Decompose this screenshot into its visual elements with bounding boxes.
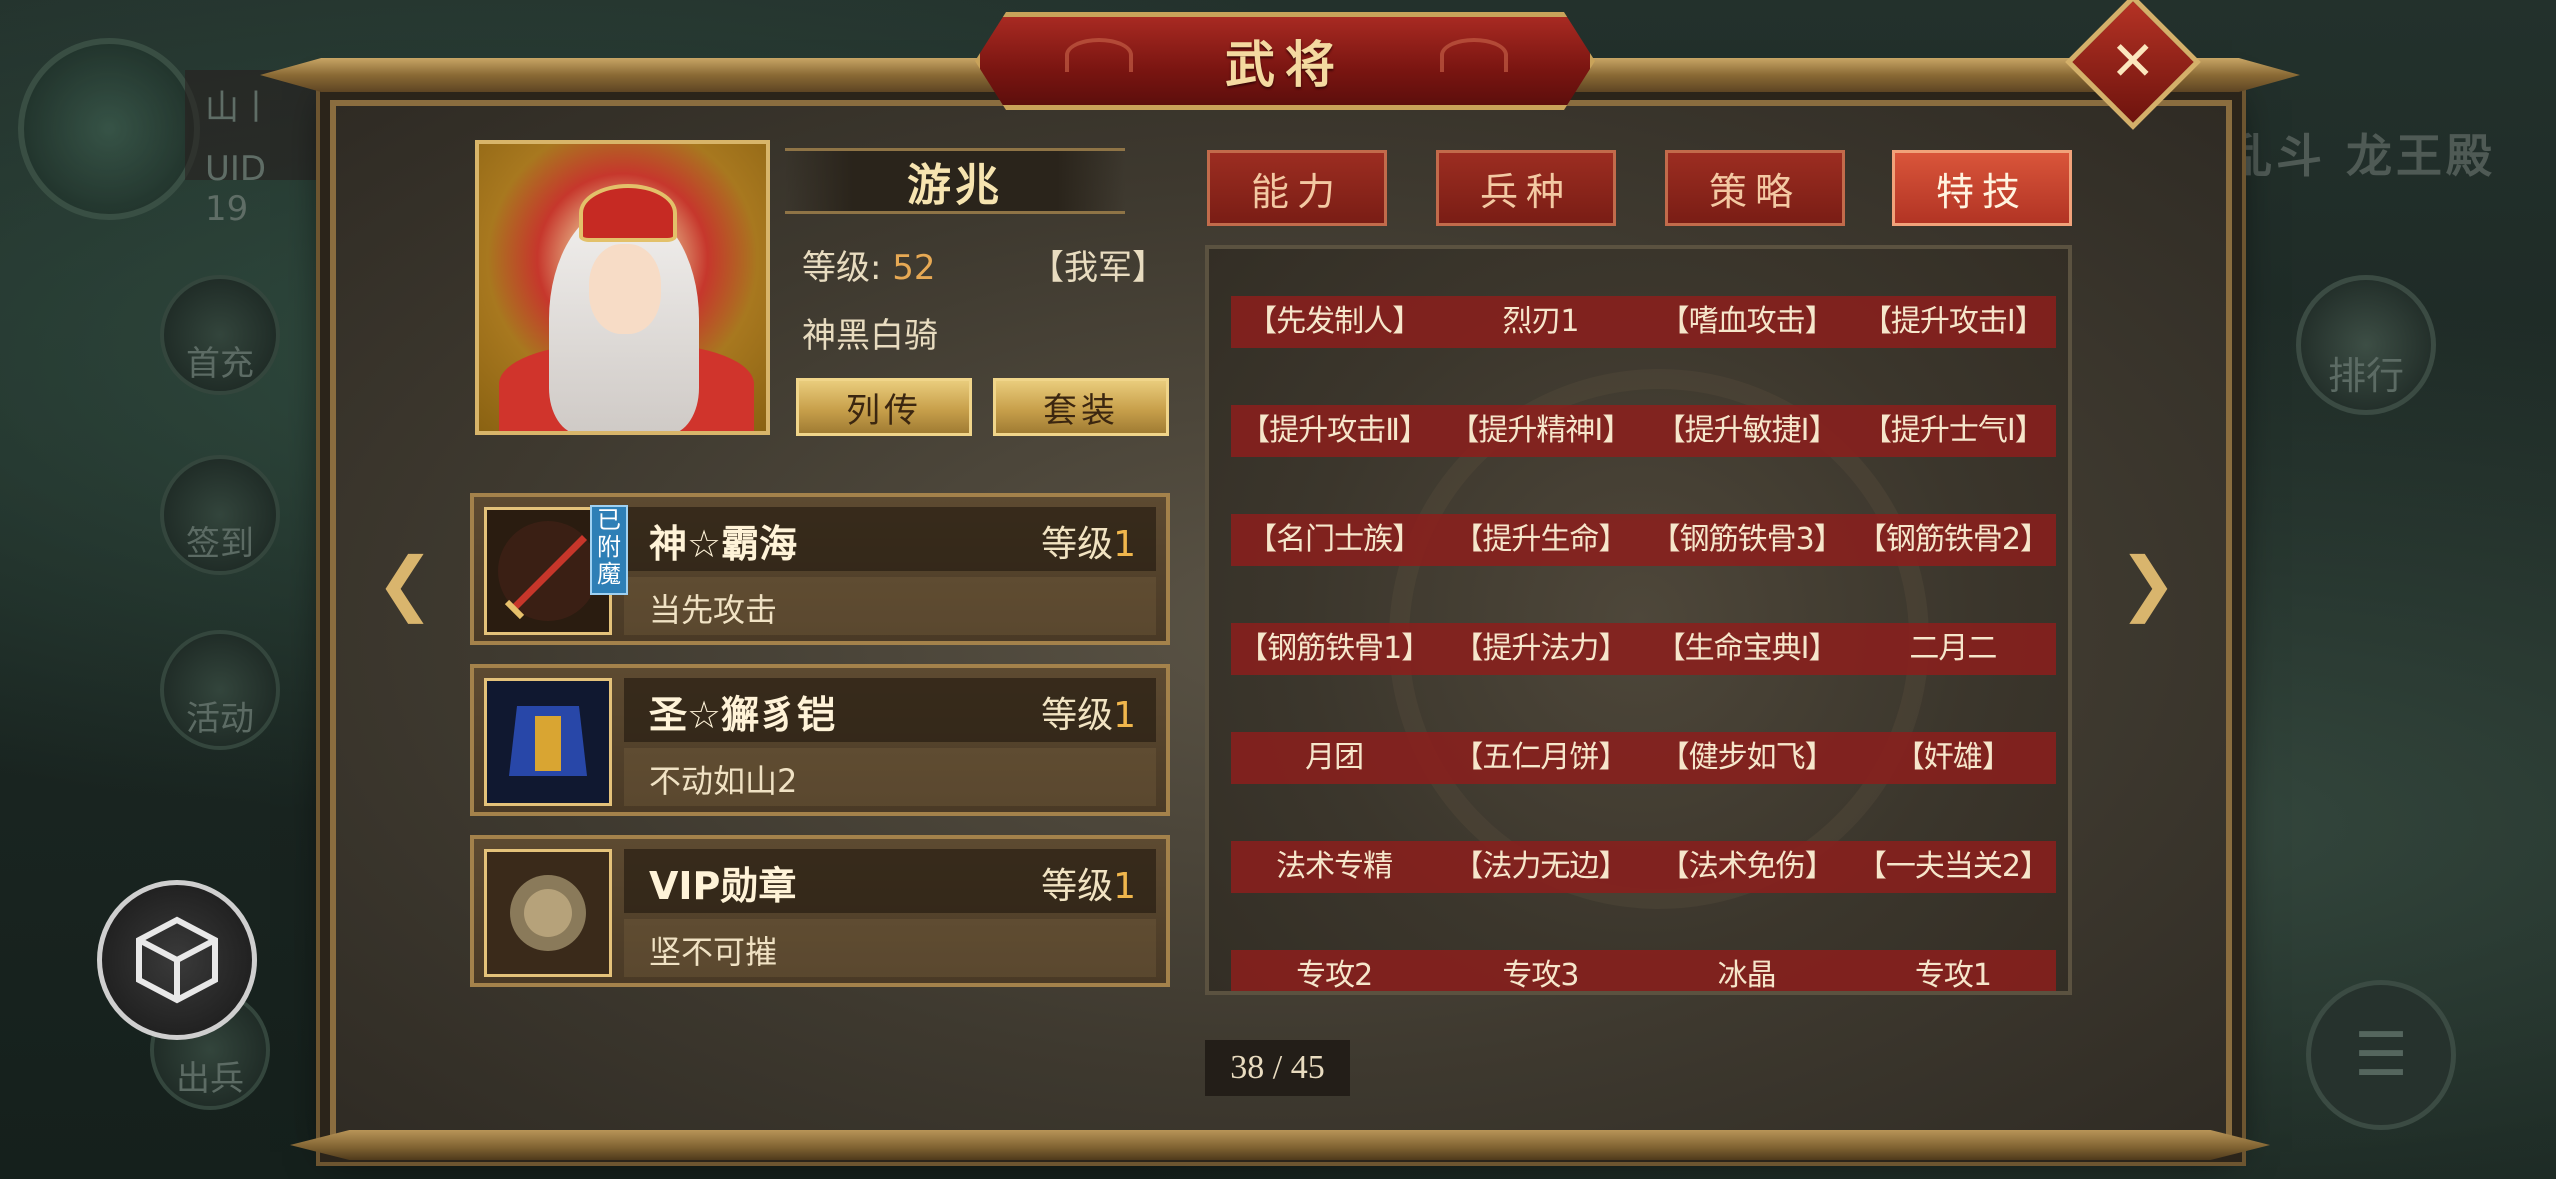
equip-level: 等级1 [1041,857,1136,909]
cube-menu-icon[interactable] [97,880,257,1040]
special-skills-panel: 【先发制人】 烈刃1 【嗜血攻击】 【提升攻击Ⅰ】 【提升攻击Ⅱ】 【提升精神Ⅰ… [1205,245,2072,995]
equip-name: 圣☆獬豸铠 [649,693,836,737]
equip-name: 神☆霸海 [649,522,798,566]
skill-item[interactable]: 烈刃1 [1437,296,1643,348]
event-title: 乱斗 龙王殿 [2225,129,2496,183]
biography-button[interactable]: 列传 [796,378,972,436]
hero-faction: 【我军】 [1030,248,1166,288]
next-hero-arrow-icon[interactable]: ❯ [2118,543,2178,623]
skill-item[interactable]: 【一夫当关2】 [1850,841,2056,893]
equip-skill: 当先攻击 [649,591,778,629]
close-icon: ✕ [2110,30,2156,93]
skill-item[interactable]: 【法术免伤】 [1644,841,1850,893]
skill-item[interactable]: 【先发制人】 [1231,296,1437,348]
equip-skill: 坚不可摧 [649,933,778,971]
skill-row: 专攻2 专攻3 冰晶 专攻1 [1231,950,2056,991]
skill-item[interactable]: 【钢筋铁骨1】 [1231,623,1437,675]
skill-row: 【名门士族】 【提升生命】 【钢筋铁骨3】 【钢筋铁骨2】 [1231,514,2056,566]
equip-level-label: 等级 [1041,524,1114,565]
hero-page-indicator: 38 / 45 [1205,1040,1350,1096]
level-label: 等级: [802,248,882,288]
activity-button[interactable]: 活动 [160,630,280,750]
skill-item[interactable]: 二月二 [1850,623,2056,675]
skill-item[interactable]: 【健步如飞】 [1644,732,1850,784]
skill-item[interactable]: 【钢筋铁骨2】 [1850,514,2056,566]
equipment-slot-armor[interactable]: 圣☆獬豸铠 等级1 不动如山2 [470,664,1170,816]
dispatch-label: 出兵 [176,1059,244,1099]
equipment-slot-medal[interactable]: VIP勋章 等级1 坚不可摧 [470,835,1170,987]
hero-portrait [475,140,770,435]
equip-level-value: 1 [1113,866,1136,907]
skill-item[interactable]: 专攻2 [1231,950,1437,991]
medal-icon [484,849,612,977]
enchanted-badge: 已附魔 [590,505,628,595]
equip-level-label: 等级 [1041,695,1114,736]
dialog-title: 武将 [1225,36,1345,94]
skill-item[interactable]: 【提升精神Ⅰ】 [1437,405,1643,457]
skill-item[interactable]: 【提升法力】 [1437,623,1643,675]
skill-row: 月团 【五仁月饼】 【健步如飞】 【奸雄】 [1231,732,2056,784]
skill-item[interactable]: 法术专精 [1231,841,1437,893]
hero-name-plate: 游兆 [785,148,1125,214]
skill-row: 【提升攻击Ⅱ】 【提升精神Ⅰ】 【提升敏捷Ⅰ】 【提升士气Ⅰ】 [1231,405,2056,457]
skill-item[interactable]: 【嗜血攻击】 [1644,296,1850,348]
title-swirl-icon [1065,38,1133,72]
sign-in-label: 签到 [186,524,254,564]
set-button[interactable]: 套装 [993,378,1169,436]
skill-item[interactable]: 【提升攻击Ⅰ】 [1850,296,2056,348]
tab-special-skills[interactable]: 特技 [1892,150,2072,226]
skill-item[interactable]: 专攻3 [1437,950,1643,991]
skill-item[interactable]: 【提升生命】 [1437,514,1643,566]
equip-level: 等级1 [1041,515,1136,567]
skill-row: 法术专精 【法力无边】 【法术免伤】 【一夫当关2】 [1231,841,2056,893]
tab-strategy[interactable]: 策略 [1665,150,1845,226]
skill-item[interactable]: 【生命宝典Ⅰ】 [1644,623,1850,675]
armor-icon [484,678,612,806]
skill-item[interactable]: 冰晶 [1644,950,1850,991]
title-swirl-icon [1440,38,1508,72]
first-recharge-button[interactable]: 首充 [160,275,280,395]
ranking-label: 排行 [2327,354,2404,398]
ranking-button[interactable]: 排行 [2296,275,2436,415]
activity-label: 活动 [186,699,254,739]
equip-level: 等级1 [1041,686,1136,738]
skill-item[interactable]: 【五仁月饼】 [1437,732,1643,784]
skill-item[interactable]: 【提升敏捷Ⅰ】 [1644,405,1850,457]
hero-unit-type: 神黑白骑 [802,316,938,356]
portrait-crown [579,184,677,242]
skill-row: 【钢筋铁骨1】 【提升法力】 【生命宝典Ⅰ】 二月二 [1231,623,2056,675]
skill-row: 【先发制人】 烈刃1 【嗜血攻击】 【提升攻击Ⅰ】 [1231,296,2056,348]
first-recharge-label: 首充 [186,344,254,384]
tab-ability[interactable]: 能力 [1207,150,1387,226]
hero-name: 游兆 [907,160,1003,211]
prev-hero-arrow-icon[interactable]: ❮ [375,543,435,623]
uid-label: UID 19 [205,149,267,229]
equip-name: VIP勋章 [649,864,797,908]
equip-level-value: 1 [1113,695,1136,736]
skill-item[interactable]: 【法力无边】 [1437,841,1643,893]
skill-item[interactable]: 【提升士气Ⅰ】 [1850,405,2056,457]
skill-item[interactable]: 【提升攻击Ⅱ】 [1231,405,1437,457]
dialog-bottom-rail [290,1130,2270,1160]
skill-item[interactable]: 【名门士族】 [1231,514,1437,566]
skill-item[interactable]: 专攻1 [1850,950,2056,991]
player-avatar[interactable] [18,38,200,220]
equip-level-label: 等级 [1041,866,1114,907]
equipment-slot-weapon[interactable]: 已附魔 神☆霸海 等级1 当先攻击 [470,493,1170,645]
skill-item[interactable]: 【奸雄】 [1850,732,2056,784]
menu-icon[interactable]: ☰ [2306,980,2456,1130]
skill-item[interactable]: 月团 [1231,732,1437,784]
equip-level-value: 1 [1113,524,1136,565]
hero-level: 等级: 52 [802,240,936,289]
equip-skill: 不动如山2 [649,762,798,800]
level-value: 52 [892,248,936,288]
portrait-face [589,244,661,334]
skill-item[interactable]: 【钢筋铁骨3】 [1644,514,1850,566]
tab-troop-type[interactable]: 兵种 [1436,150,1616,226]
sign-in-button[interactable]: 签到 [160,455,280,575]
